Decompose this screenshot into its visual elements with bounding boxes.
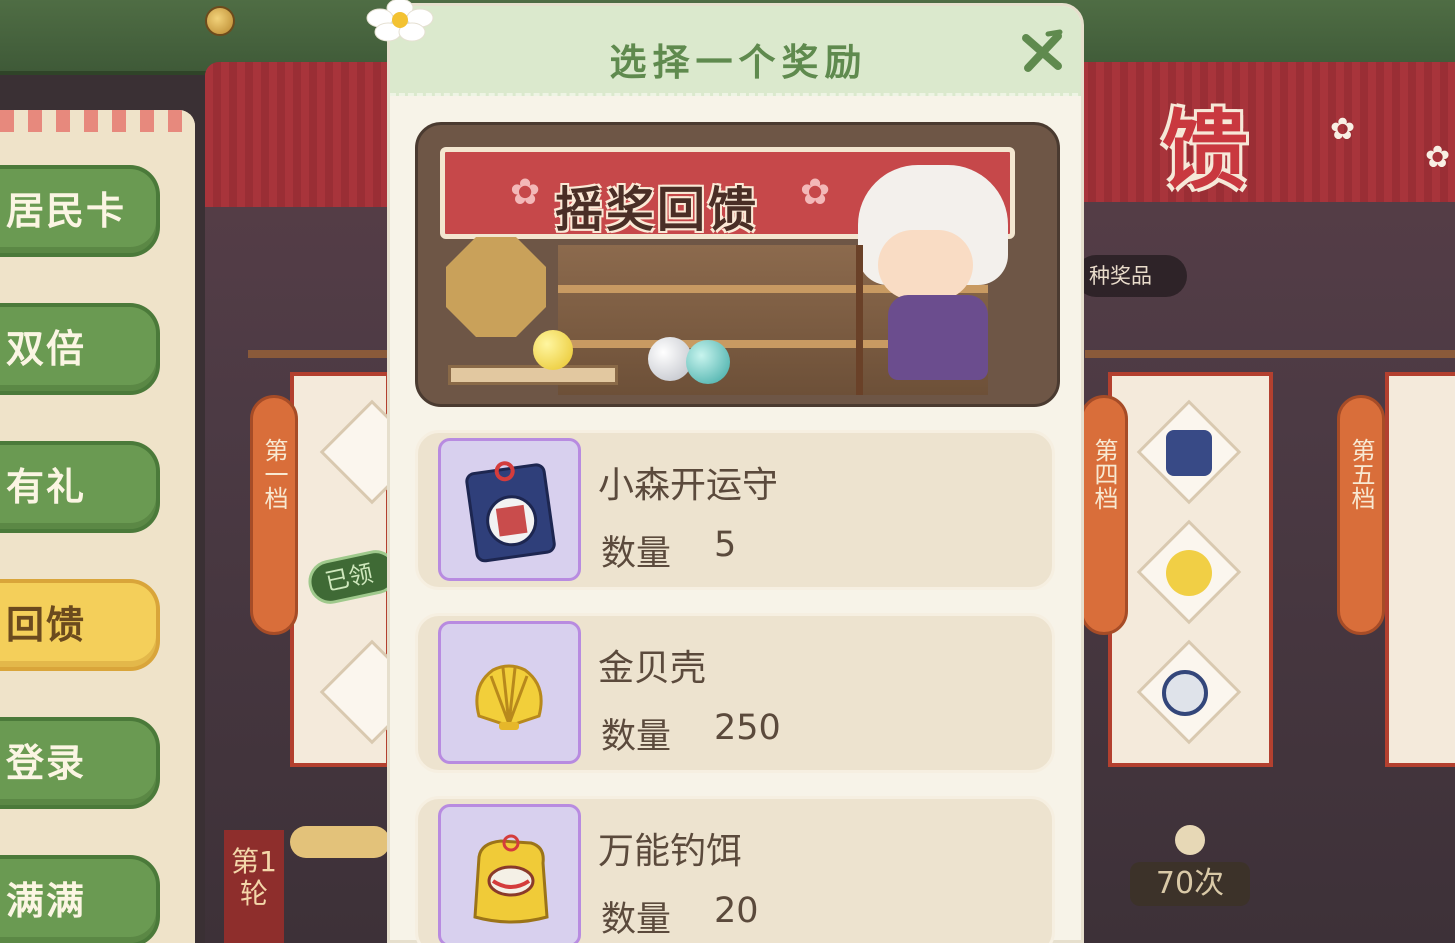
curtain-right xyxy=(1080,62,1455,202)
bait-bag-icon xyxy=(473,834,549,924)
sidebar-item-login[interactable]: 登录 xyxy=(0,717,160,809)
tier-banner xyxy=(1385,372,1455,767)
gold-shell-icon xyxy=(1166,550,1212,596)
flower-icon: ✿ xyxy=(800,172,831,213)
quantity-value: 250 xyxy=(714,708,781,748)
sidebar-item-full[interactable]: 满满 xyxy=(0,855,160,943)
event-banner: ✿ 摇奖回馈 ✿ xyxy=(415,122,1060,407)
charm-amulet-icon xyxy=(1166,430,1212,476)
curtain-left xyxy=(205,62,390,207)
sidebar-item-double[interactable]: 双倍 xyxy=(0,303,160,395)
tier-tag-4: 第四档 xyxy=(1080,395,1128,635)
charm-amulet-icon xyxy=(465,461,556,563)
item-name: 金贝壳 xyxy=(598,648,707,689)
gold-shell-icon xyxy=(475,664,543,730)
prizes-pill: 种奖品 xyxy=(1075,255,1187,297)
item-icon-frame xyxy=(438,438,581,581)
sidebar-item-gift[interactable]: 有礼 xyxy=(0,441,160,533)
granny-face xyxy=(878,230,973,300)
item-name: 小森开运守 xyxy=(598,465,779,506)
item-name: 万能钓饵 xyxy=(598,831,743,872)
dialog-title: 选择一个奖励 xyxy=(609,41,868,84)
banner-rack xyxy=(248,350,388,360)
progress-knob xyxy=(1175,825,1205,855)
quantity-value: 20 xyxy=(714,891,759,931)
bento-icon xyxy=(1162,670,1208,716)
quantity-value: 5 xyxy=(714,525,737,565)
sidebar-item-resident-card[interactable]: 居民卡 xyxy=(0,165,160,257)
teal-ball-icon xyxy=(686,340,730,384)
quantity-label: 数量 xyxy=(601,717,672,757)
yellow-ball-icon xyxy=(533,330,573,370)
sidebar-item-feedback[interactable]: 回馈 xyxy=(0,579,160,671)
close-button[interactable] xyxy=(1018,28,1066,76)
lottery-drum-icon xyxy=(446,237,546,337)
item-icon-frame xyxy=(438,621,581,764)
quantity-label: 数量 xyxy=(601,534,672,574)
daisy-icon xyxy=(366,0,434,42)
reward-option-3[interactable]: 万能钓饵 数量 20 xyxy=(415,796,1055,943)
banner-sign-text: 摇奖回馈 xyxy=(555,182,760,238)
tier-tag-1: 第一档 xyxy=(250,395,298,635)
flower-icon: ✿ xyxy=(510,172,541,213)
tier-tag-5: 第五档 xyxy=(1337,395,1385,635)
progress-bar xyxy=(290,826,390,858)
staff-icon xyxy=(856,245,863,395)
bell-icon xyxy=(205,6,235,36)
close-x-icon xyxy=(1022,29,1063,72)
item-icon-frame xyxy=(438,804,581,943)
reward-option-1[interactable]: 小森开运守 数量 5 xyxy=(415,430,1055,590)
round-tag: 第1轮 xyxy=(224,830,284,943)
draw-count-badge: 70次 xyxy=(1130,862,1250,906)
flower-icon: ✿ xyxy=(1330,112,1356,147)
quantity-label: 数量 xyxy=(601,900,672,940)
banner-rack xyxy=(1085,350,1455,360)
event-title-char: 馈 xyxy=(1162,100,1248,201)
sidebar-trim xyxy=(0,110,195,132)
ball-tray xyxy=(448,365,618,385)
granny-robe xyxy=(888,295,988,380)
reward-option-2[interactable]: 金贝壳 数量 250 xyxy=(415,613,1055,773)
flower-icon: ✿ xyxy=(1425,140,1451,175)
